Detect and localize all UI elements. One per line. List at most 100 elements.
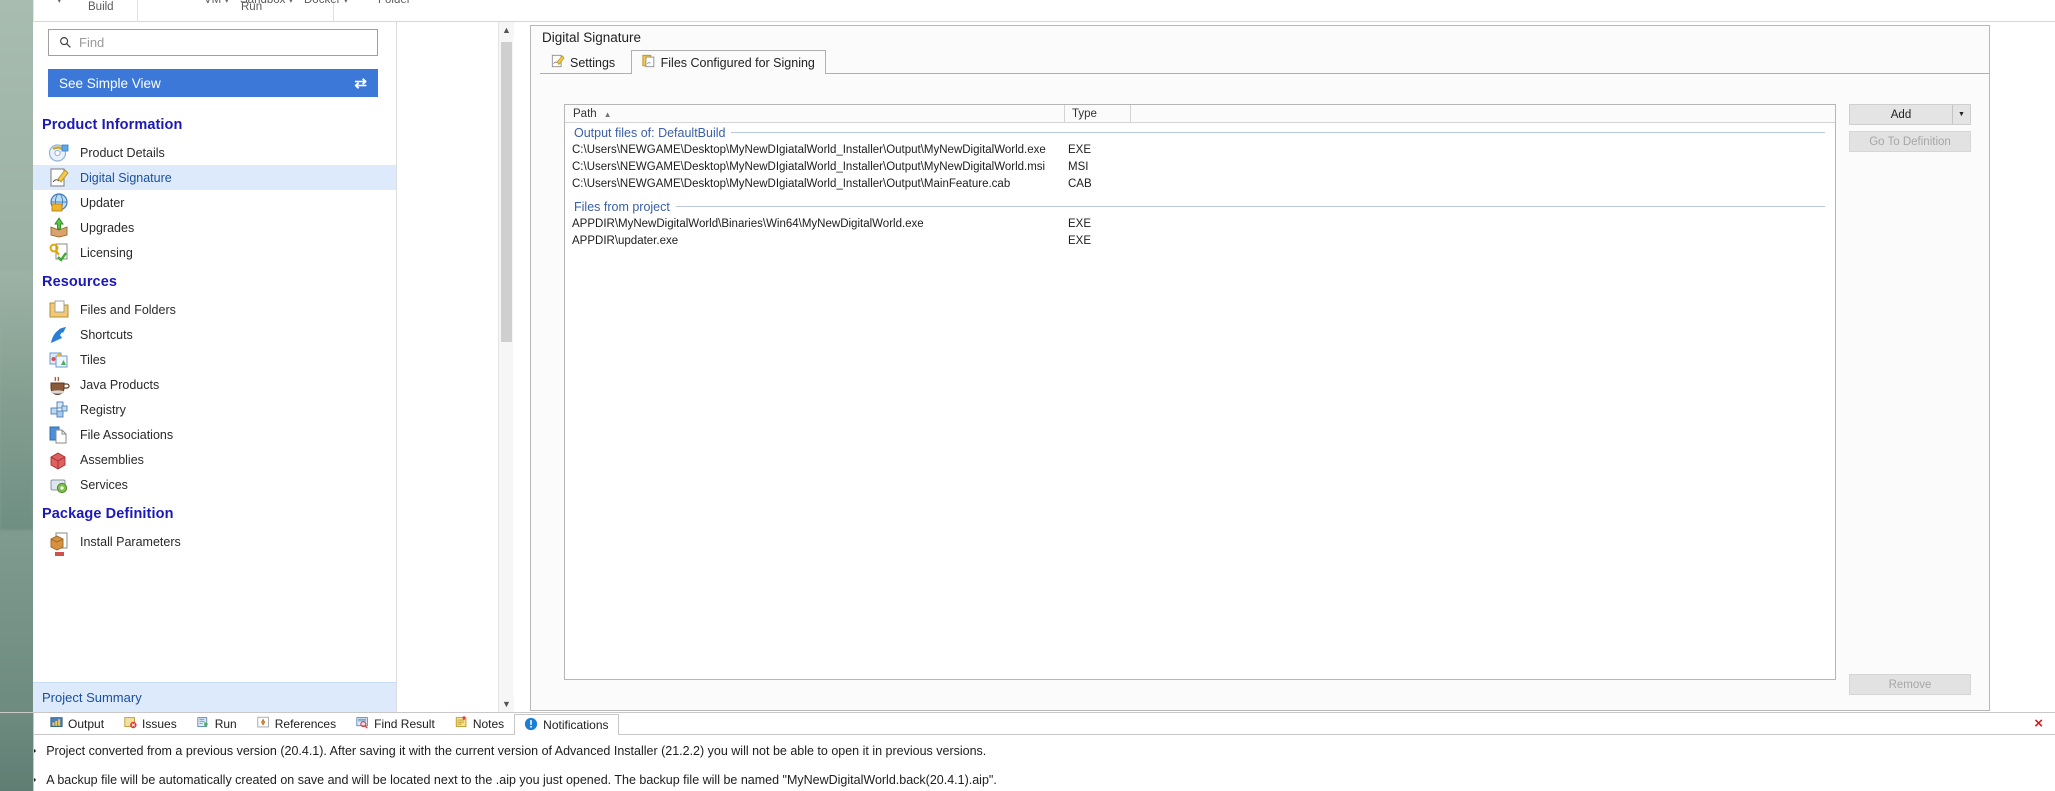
ribbon-group-run: Run (241, 1, 262, 13)
registry-blocks-icon (48, 399, 70, 420)
sidebar-item-files-and-folders[interactable]: Files and Folders (33, 297, 397, 322)
main-panel: Digital Signature Settings (530, 25, 1990, 711)
sidebar-item-java-products[interactable]: Java Products (33, 372, 397, 397)
bottom-tab-label: Output (68, 717, 104, 731)
sidebar-item-label: Registry (80, 403, 126, 417)
table-row[interactable]: APPDIR\updater.exe EXE (565, 233, 1835, 250)
sidebar-item-label: Shortcuts (80, 328, 133, 342)
find-input[interactable]: Find (48, 29, 378, 56)
ribbon-bar: ▾ Build VM ▾ Sandbox ▾ Docker ▾ Run Fold… (33, 0, 2055, 22)
sidebar-item-digital-signature[interactable]: Digital Signature (33, 165, 397, 190)
sidebar-item-shortcuts[interactable]: Shortcuts (33, 322, 397, 347)
row-type: EXE (1060, 216, 1126, 233)
sidebar-item-label: Upgrades (80, 221, 134, 235)
grid-group-header[interactable]: Files from project (565, 197, 1835, 216)
go-to-definition-button[interactable]: Go To Definition (1849, 131, 1971, 152)
remove-button-label: Remove (1889, 679, 1932, 691)
add-button[interactable]: Add ▼ (1849, 104, 1971, 125)
sidebar-item-updater[interactable]: Updater (33, 190, 397, 215)
bottom-tab-find-result[interactable]: Find Result (346, 713, 445, 734)
project-summary-link[interactable]: Project Summary (33, 682, 397, 712)
column-header-path[interactable]: Path▲ (565, 105, 1065, 122)
bottom-tab-references[interactable]: References (247, 713, 346, 734)
ribbon-item-docker[interactable]: Docker ▾ (304, 0, 348, 6)
list-item: • Project converted from a previous vers… (32, 744, 2055, 759)
row-path: C:\Users\NEWGAME\Desktop\MyNewDIgiatalWo… (565, 142, 1060, 159)
find-result-icon (356, 716, 369, 732)
bottom-tab-output[interactable]: Output (40, 713, 114, 734)
files-grid[interactable]: Path▲ Type Output files of: DefaultBuild… (564, 104, 1836, 680)
column-header-filler (1131, 105, 1835, 122)
output-icon (50, 716, 63, 732)
bottom-tab-label: Issues (142, 717, 177, 731)
table-row[interactable]: APPDIR\MyNewDigitalWorld\Binaries\Win64\… (565, 216, 1835, 233)
sidebar-item-label: Licensing (80, 246, 133, 260)
run-icon (197, 716, 210, 732)
main-tabstrip: Settings Files Configured for Signing (540, 49, 1989, 74)
bottom-tab-notifications[interactable]: Notifications (514, 714, 618, 735)
shortcut-arrow-icon (48, 324, 70, 345)
sidebar-item-label: Files and Folders (80, 303, 176, 317)
sidebar-item-tiles[interactable]: Tiles (33, 347, 397, 372)
sidebar-item-upgrades[interactable]: Upgrades (33, 215, 397, 240)
sidebar-item-licensing[interactable]: Licensing (33, 240, 397, 265)
row-path: C:\Users\NEWGAME\Desktop\MyNewDIgiatalWo… (565, 176, 1060, 193)
sidebar-nav: Product Information Product Details (33, 108, 397, 556)
see-simple-view-button[interactable]: See Simple View ⇄ (48, 69, 378, 97)
find-placeholder: Find (79, 35, 104, 50)
bottom-tab-issues[interactable]: Issues (114, 713, 187, 734)
sidebar-item-file-associations[interactable]: File Associations (33, 422, 397, 447)
notification-text: A backup file will be automatically crea… (46, 773, 997, 788)
assemblies-icon (48, 449, 70, 470)
sidebar-item-services[interactable]: Services (33, 472, 397, 497)
chevron-down-icon[interactable]: ▼ (1952, 105, 1970, 124)
column-header-type[interactable]: Type (1065, 105, 1131, 122)
sidebar-item-product-details[interactable]: Product Details (33, 140, 397, 165)
group-divider-line (731, 132, 1825, 133)
notifications-list: • Project converted from a previous vers… (0, 735, 2055, 788)
scroll-down-icon[interactable]: ▼ (499, 696, 514, 712)
bottom-tab-notes[interactable]: Notes (445, 713, 514, 734)
bottom-tab-label: Run (215, 717, 237, 731)
sidebar-section-package-definition: Package Definition (33, 497, 397, 529)
notification-text: Project converted from a previous versio… (46, 744, 986, 759)
signature-pen-icon (48, 167, 70, 188)
close-panel-button[interactable]: × (2034, 716, 2043, 731)
sidebar-item-label: Tiles (80, 353, 106, 367)
table-row[interactable]: C:\Users\NEWGAME\Desktop\MyNewDIgiatalWo… (565, 176, 1835, 193)
scrollbar-thumb[interactable] (501, 42, 512, 342)
page-title: Digital Signature (531, 26, 1989, 49)
tab-settings[interactable]: Settings (540, 50, 626, 74)
row-path: C:\Users\NEWGAME\Desktop\MyNewDIgiatalWo… (565, 159, 1060, 176)
sidebar-item-registry[interactable]: Registry (33, 397, 397, 422)
ribbon-item-vm[interactable]: VM ▾ (204, 0, 229, 6)
file-pages-icon (48, 424, 70, 445)
add-button-label: Add (1850, 109, 1952, 121)
table-row[interactable]: C:\Users\NEWGAME\Desktop\MyNewDIgiatalWo… (565, 159, 1835, 176)
sidebar-item-assemblies[interactable]: Assemblies (33, 447, 397, 472)
grid-group-header[interactable]: Output files of: DefaultBuild (565, 123, 1835, 142)
sidebar-scrollbar[interactable]: ▲ ▼ (498, 22, 513, 712)
scroll-up-icon[interactable]: ▲ (499, 22, 514, 38)
install-package-icon (48, 531, 70, 552)
tab-label: Files Configured for Signing (661, 56, 815, 70)
tab-files-configured-for-signing[interactable]: Files Configured for Signing (631, 50, 826, 74)
desktop-background-bottom (0, 713, 33, 791)
bottom-tab-label: Find Result (374, 717, 435, 731)
sidebar-item-label: Services (80, 478, 128, 492)
row-type: EXE (1060, 142, 1126, 159)
sidebar-item-label: Java Products (80, 378, 159, 392)
grid-group-label: Files from project (574, 200, 670, 214)
application-window: ▾ Build VM ▾ Sandbox ▾ Docker ▾ Run Fold… (0, 0, 2055, 791)
remove-button[interactable]: Remove (1849, 674, 1971, 695)
sidebar-section-resources: Resources (33, 265, 397, 297)
ribbon-group-folder: Folder (378, 0, 411, 6)
search-icon (59, 36, 72, 49)
sidebar-item-install-parameters[interactable]: Install Parameters (33, 529, 397, 554)
table-row[interactable]: C:\Users\NEWGAME\Desktop\MyNewDIgiatalWo… (565, 142, 1835, 159)
left-sidebar: Find See Simple View ⇄ Product Informati… (33, 22, 397, 712)
sidebar-item-label: Digital Signature (80, 171, 172, 185)
files-signing-icon (642, 54, 656, 71)
row-path: APPDIR\updater.exe (565, 233, 1060, 250)
bottom-tab-run[interactable]: Run (187, 713, 247, 734)
